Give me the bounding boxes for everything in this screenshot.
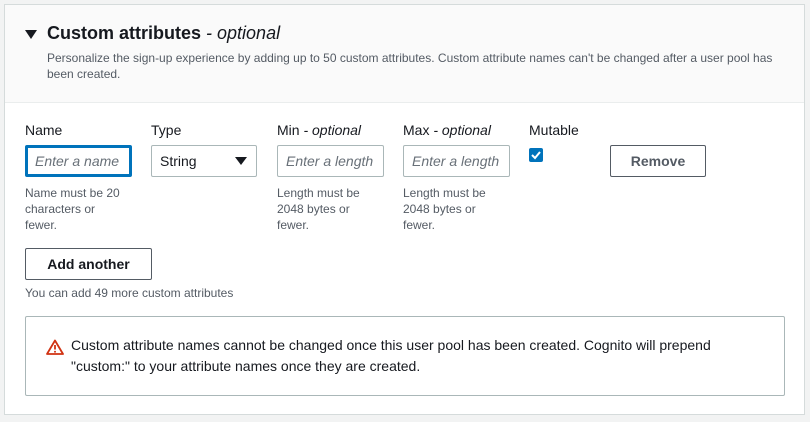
warning-icon [46, 339, 64, 355]
custom-attributes-panel: Custom attributes - optional Personalize… [4, 4, 805, 415]
max-label: Max - optional [403, 122, 491, 138]
name-label: Name [25, 122, 63, 138]
caret-down-icon[interactable] [25, 30, 37, 39]
min-label-text: Min [277, 122, 300, 138]
max-length-input[interactable] [403, 145, 510, 177]
min-label: Min - optional [277, 122, 361, 138]
section-title-optional: - optional [206, 23, 281, 43]
max-label-optional: - optional [433, 122, 491, 138]
name-hint: Name must be 20 characters or fewer. [25, 186, 120, 232]
add-another-button[interactable]: Add another [25, 248, 152, 280]
type-select-value: String [160, 153, 197, 169]
mutable-checkbox[interactable] [529, 148, 543, 162]
name-input[interactable] [25, 145, 132, 177]
section-title: Custom attributes - optional [47, 23, 280, 44]
section-header[interactable]: Custom attributes - optional Personalize… [5, 5, 804, 103]
remaining-count-text: You can add 49 more custom attributes [25, 286, 234, 300]
type-label: Type [151, 122, 182, 138]
checkmark-icon [531, 151, 541, 160]
mutable-label: Mutable [529, 122, 579, 138]
min-label-optional: - optional [303, 122, 362, 138]
warning-message: Custom attribute names cannot be changed… [71, 337, 711, 374]
section-title-text: Custom attributes [47, 23, 202, 43]
max-hint: Length must be 2048 bytes or fewer. [403, 186, 486, 232]
min-hint: Length must be 2048 bytes or fewer. [277, 186, 360, 232]
remove-button[interactable]: Remove [610, 145, 706, 177]
caret-down-icon [235, 157, 247, 165]
min-length-input[interactable] [277, 145, 384, 177]
max-label-text: Max [403, 122, 430, 138]
section-description: Personalize the sign-up experience by ad… [47, 51, 773, 81]
type-select[interactable]: String [151, 145, 257, 177]
warning-alert: Custom attribute names cannot be changed… [25, 316, 785, 396]
